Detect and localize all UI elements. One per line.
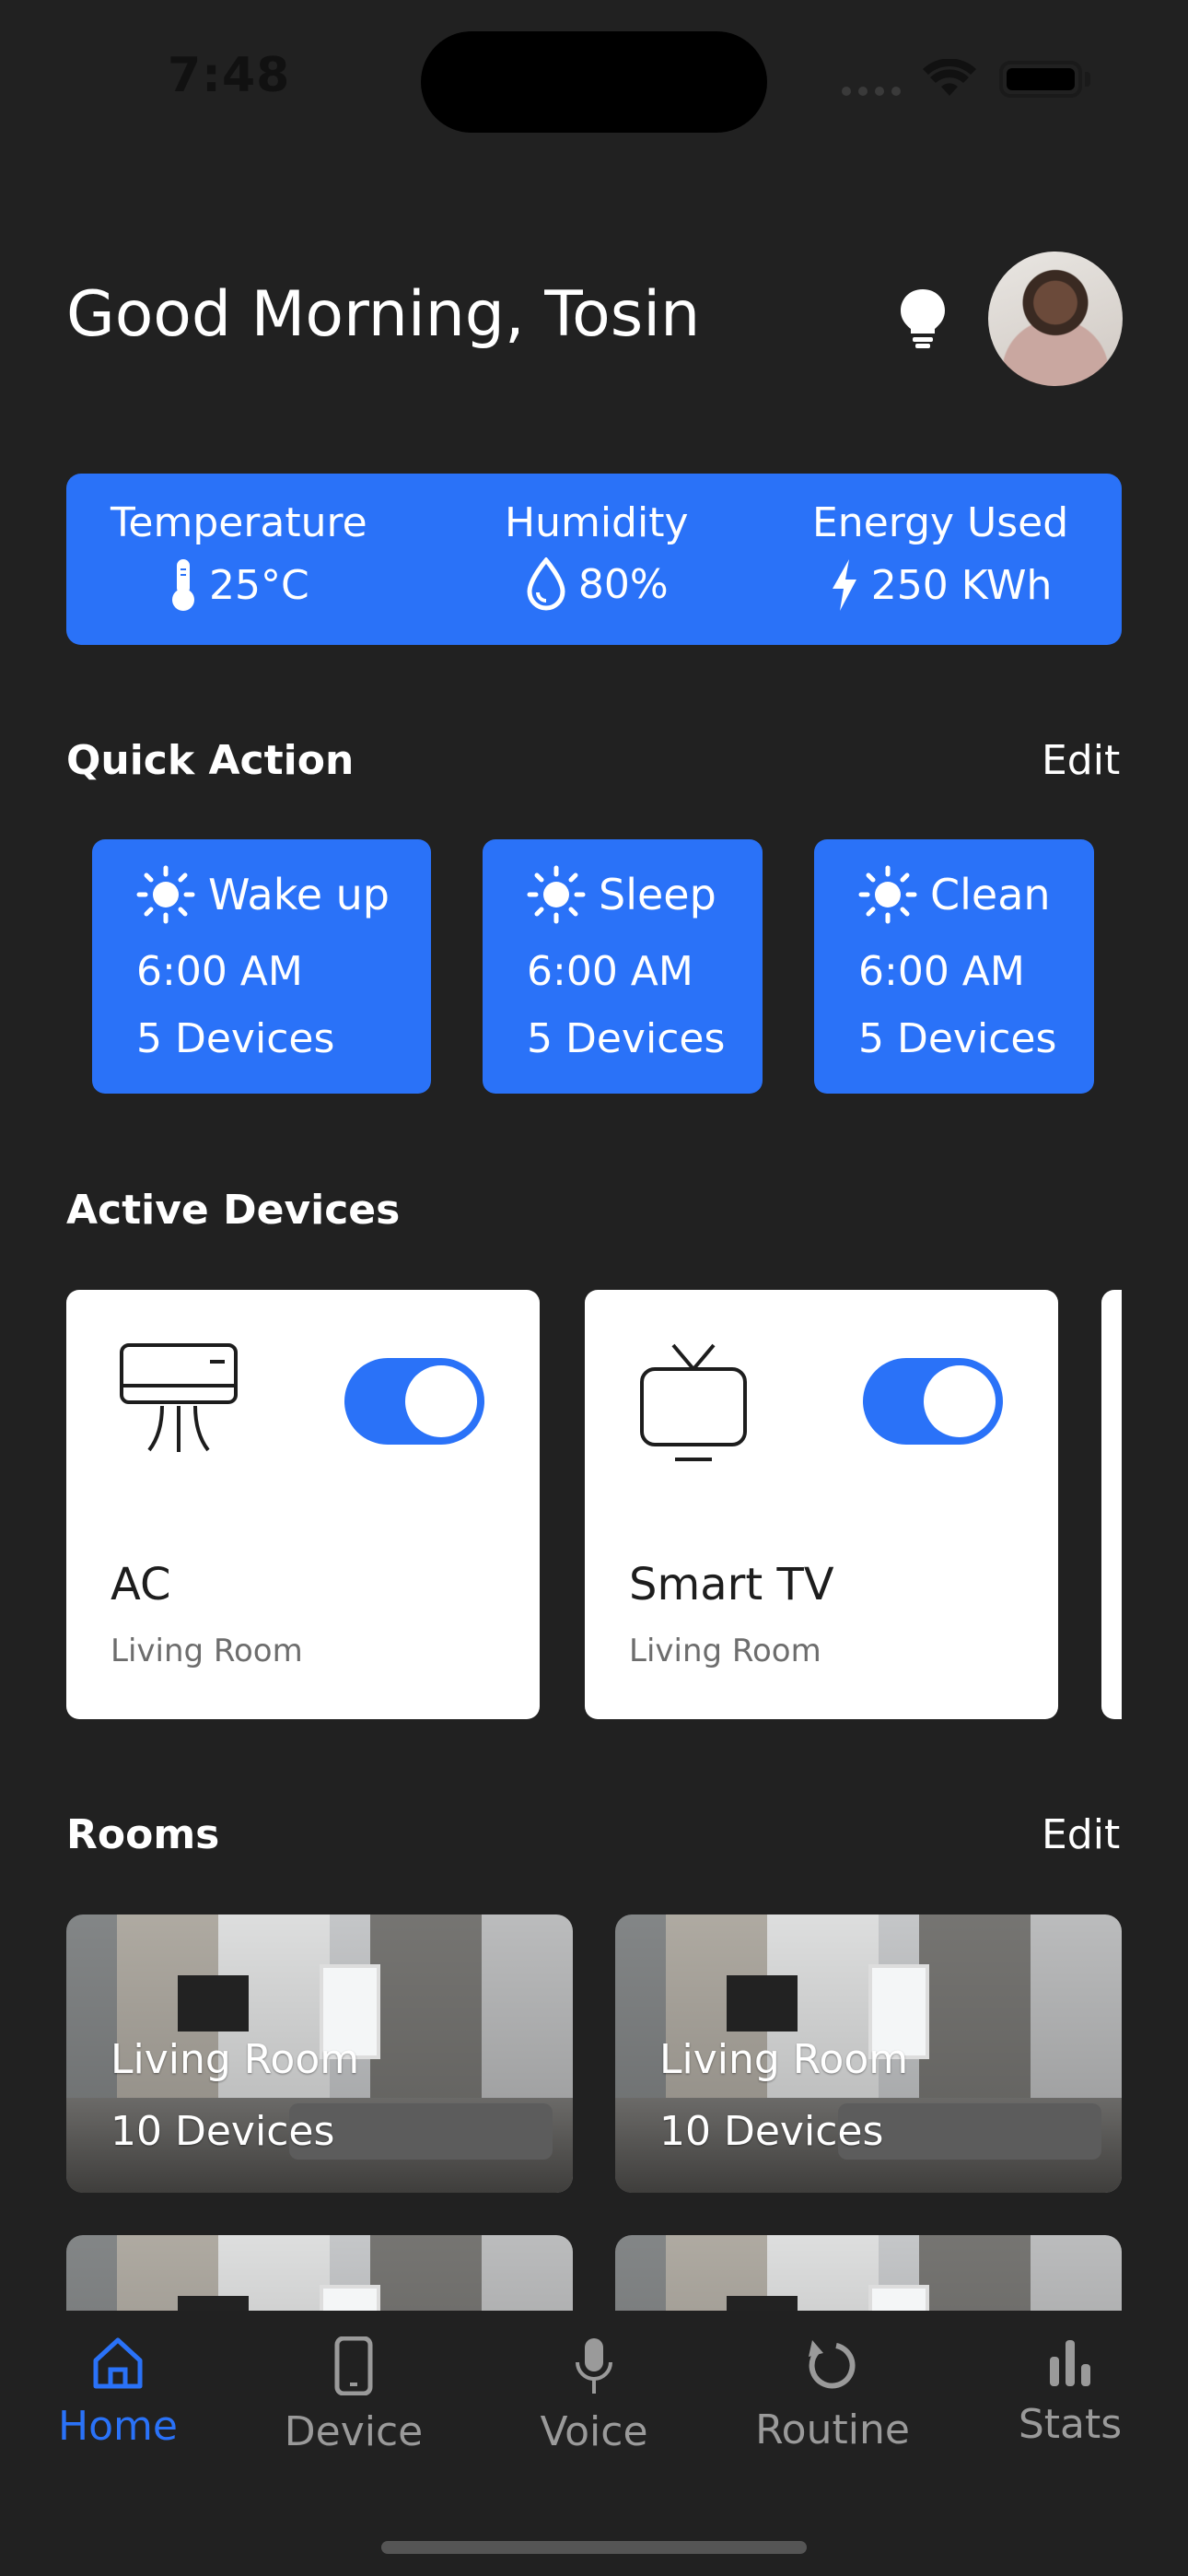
nav-label: Device	[284, 2408, 424, 2455]
home-indicator	[381, 2541, 807, 2554]
air-conditioner-icon	[120, 1343, 238, 1452]
nav-voice[interactable]: Voice	[529, 2336, 659, 2455]
sun-icon	[858, 865, 917, 924]
quick-action-time: 6:00 AM	[858, 948, 1025, 995]
nav-label: Voice	[540, 2408, 648, 2455]
rooms-title: Rooms	[66, 1811, 220, 1858]
room-name: Living Room	[659, 2036, 909, 2083]
stat-label: Temperature	[111, 499, 367, 546]
room-card-living-room[interactable]: Living Room 10 Devices	[615, 1914, 1122, 2193]
active-devices-title: Active Devices	[66, 1187, 401, 1234]
quick-action-title: Quick Action	[66, 737, 355, 784]
cellular-signal-icon	[842, 87, 901, 96]
room-card-living-room[interactable]: Living Room 10 Devices	[66, 1914, 573, 2193]
toggle-knob	[924, 1365, 996, 1437]
nav-stats[interactable]: Stats	[1009, 2336, 1131, 2448]
thermometer-icon	[172, 559, 194, 611]
nav-routine[interactable]: Routine	[748, 2336, 917, 2453]
lightbulb-icon[interactable]	[897, 287, 949, 348]
stat-temperature: Temperature 25°C	[111, 499, 367, 613]
room-tv	[727, 1975, 798, 2032]
refresh-icon	[809, 2340, 856, 2389]
device-name: Smart TV	[629, 1559, 834, 1610]
nav-label: Home	[58, 2403, 178, 2450]
device-name: AC	[111, 1559, 171, 1610]
greeting-title: Good Morning, Tosin	[66, 278, 701, 351]
quick-action-card-sleep[interactable]: Sleep 6:00 AM 5 Devices	[483, 839, 763, 1094]
droplet-icon	[527, 557, 565, 611]
toggle-knob	[405, 1365, 477, 1437]
home-icon	[93, 2337, 143, 2389]
quick-action-devices: 5 Devices	[136, 1015, 335, 1062]
nav-device[interactable]: Device	[278, 2336, 429, 2455]
stat-value: 250 KWh	[870, 561, 1053, 609]
stat-label: Energy Used	[812, 499, 1069, 546]
bar-chart-icon	[1050, 2340, 1090, 2386]
stat-value: 80%	[577, 560, 669, 608]
device-toggle[interactable]	[863, 1358, 1003, 1445]
tv-icon	[640, 1343, 747, 1461]
room-tv	[178, 1975, 249, 2032]
quick-action-time: 6:00 AM	[527, 948, 693, 995]
room-name: Living Room	[111, 2036, 360, 2083]
quick-action-devices: 5 Devices	[858, 1015, 1057, 1062]
quick-action-name: Clean	[930, 870, 1051, 919]
wifi-icon	[923, 59, 976, 96]
bottom-nav: Home Device Voice Routine Stats	[0, 2311, 1188, 2576]
quick-action-card-wake-up[interactable]: Wake up 6:00 AM 5 Devices	[92, 839, 431, 1094]
nav-label: Stats	[1018, 2401, 1123, 2448]
dynamic-island	[421, 31, 767, 133]
quick-action-edit-link[interactable]: Edit	[1042, 737, 1120, 784]
sun-icon	[136, 865, 195, 924]
sun-icon	[527, 865, 586, 924]
quick-action-name: Wake up	[208, 870, 390, 919]
nav-home[interactable]: Home	[55, 2336, 181, 2450]
quick-action-time: 6:00 AM	[136, 948, 303, 995]
phone-icon	[334, 2336, 373, 2395]
lightning-icon	[832, 559, 856, 611]
rooms-edit-link[interactable]: Edit	[1042, 1811, 1120, 1858]
microphone-icon	[576, 2338, 612, 2394]
room-device-count: 10 Devices	[659, 2108, 884, 2155]
device-toggle[interactable]	[344, 1358, 484, 1445]
device-card-smart-tv[interactable]: Smart TV Living Room	[585, 1290, 1058, 1719]
status-time: 7:48	[168, 48, 291, 103]
device-card-ac[interactable]: AC Living Room	[66, 1290, 540, 1719]
battery-icon	[999, 61, 1082, 98]
stat-label: Humidity	[505, 499, 689, 546]
quick-action-card-clean[interactable]: Clean 6:00 AM 5 Devices	[814, 839, 1094, 1094]
quick-action-name: Sleep	[599, 870, 716, 919]
device-room: Living Room	[629, 1633, 821, 1669]
stat-energy: Energy Used 250 KWh	[812, 499, 1068, 613]
room-device-count: 10 Devices	[111, 2108, 335, 2155]
stat-value: 25°C	[209, 561, 309, 609]
device-room: Living Room	[111, 1633, 303, 1669]
device-card-next[interactable]	[1101, 1290, 1122, 1719]
stat-humidity: Humidity 80%	[505, 499, 689, 611]
avatar[interactable]	[988, 252, 1123, 386]
nav-label: Routine	[755, 2406, 910, 2453]
quick-action-devices: 5 Devices	[527, 1015, 726, 1062]
battery-cap	[1085, 72, 1090, 87]
stats-banner: Temperature 25°C Humidity 80% Energy Use…	[66, 474, 1122, 645]
